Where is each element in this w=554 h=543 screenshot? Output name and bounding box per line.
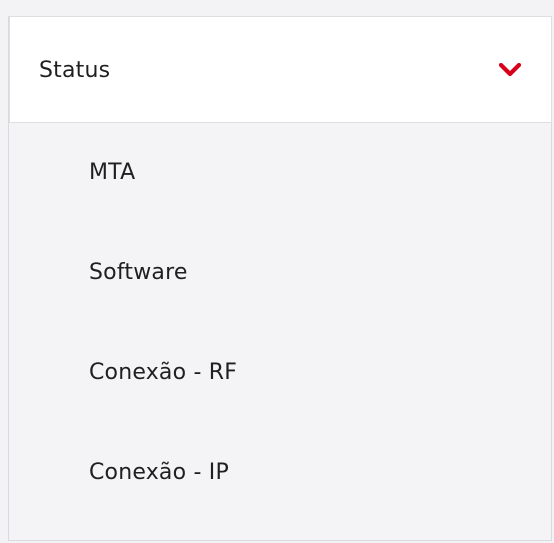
menu-item-label: Conexão - IP (89, 460, 229, 485)
menu-item-label: Software (89, 260, 188, 285)
menu-item-conexao-ip[interactable]: Conexão - IP (9, 423, 552, 523)
status-accordion: Status MTA Software Conexão - RF Conexão… (8, 16, 552, 541)
status-accordion-header[interactable]: Status (9, 16, 552, 123)
menu-item-software[interactable]: Software (9, 223, 552, 323)
chevron-down-icon[interactable] (499, 63, 521, 77)
menu-item-conexao-rf[interactable]: Conexão - RF (9, 323, 552, 423)
menu-item-mta[interactable]: MTA (9, 123, 552, 223)
menu-item-label: MTA (89, 160, 136, 185)
status-accordion-title: Status (39, 58, 111, 83)
menu-item-label: Conexão - RF (89, 360, 238, 385)
